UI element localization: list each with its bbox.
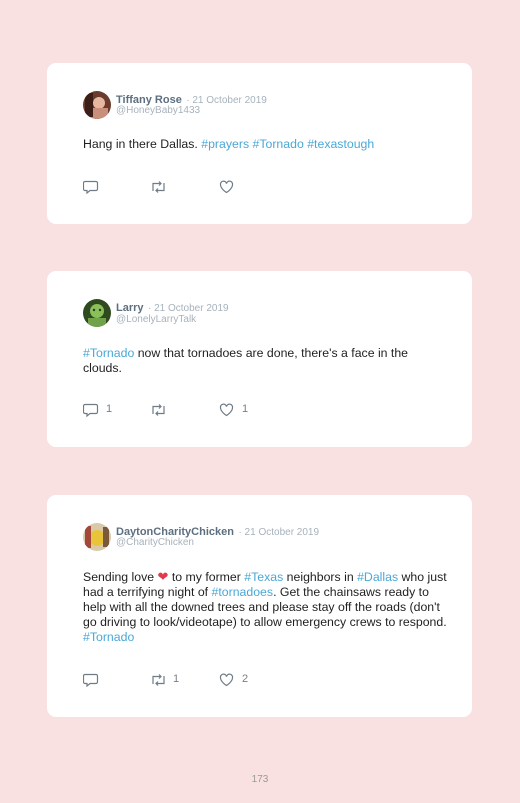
heart-icon bbox=[219, 180, 234, 194]
like-count: 1 bbox=[242, 403, 249, 415]
retweet-icon bbox=[152, 674, 165, 686]
author-handle[interactable]: @HoneyBaby1433 bbox=[116, 105, 200, 116]
hashtag-link[interactable]: #Tornado bbox=[83, 346, 134, 360]
tweet-card: Larry · 21 October 2019 @LonelyLarryTalk… bbox=[47, 271, 472, 447]
author-name[interactable]: Larry bbox=[116, 302, 144, 314]
tweet-actions: 1 1 bbox=[83, 402, 383, 418]
reply-icon bbox=[83, 403, 99, 417]
retweet-count: 1 bbox=[173, 673, 180, 685]
tweet-text: Sending love ❤ to my former #Texas neigh… bbox=[83, 569, 448, 645]
tweet-card: Tiffany Rose · 21 October 2019 @HoneyBab… bbox=[47, 63, 472, 224]
hashtag-link[interactable]: #Texas bbox=[244, 570, 283, 584]
hashtag-link[interactable]: #prayers bbox=[201, 137, 249, 151]
tweet-text: Hang in there Dallas. #prayers #Tornado … bbox=[83, 137, 443, 152]
hashtag-link[interactable]: #Tornado bbox=[83, 630, 134, 644]
reply-icon bbox=[83, 673, 99, 687]
reply-count: 1 bbox=[106, 403, 113, 415]
tweet-text-segment: Hang in there Dallas. bbox=[83, 137, 202, 151]
heart-icon bbox=[219, 403, 234, 417]
tweet-text: #Tornado now that tornadoes are done, th… bbox=[83, 346, 443, 376]
tweet-date: · 21 October 2019 bbox=[147, 303, 229, 314]
tweet-actions: 1 2 bbox=[83, 672, 383, 688]
avatar[interactable] bbox=[83, 523, 111, 551]
author-handle[interactable]: @LonelyLarryTalk bbox=[116, 314, 196, 325]
hashtag-link[interactable]: #Tornado bbox=[253, 137, 304, 151]
retweet-icon bbox=[152, 181, 165, 193]
retweet-icon bbox=[152, 404, 165, 416]
like-count: 2 bbox=[242, 673, 249, 685]
tweet-date: · 21 October 2019 bbox=[238, 527, 320, 538]
tweet-text-segment: to my former bbox=[168, 570, 245, 584]
hashtag-link[interactable]: #Dallas bbox=[357, 570, 398, 584]
heart-icon bbox=[219, 673, 234, 687]
heart-emoji: ❤ bbox=[157, 569, 169, 584]
tweet-header: Larry · 21 October 2019 bbox=[116, 300, 229, 315]
avatar[interactable] bbox=[83, 299, 111, 327]
tweet-text-segment: Sending love bbox=[83, 570, 158, 584]
reply-icon bbox=[83, 180, 99, 194]
tweet-text-segment: neighbors in bbox=[283, 570, 358, 584]
hashtag-link[interactable]: #tornadoes bbox=[212, 585, 274, 599]
author-handle[interactable]: @CharityChicken bbox=[116, 537, 194, 548]
page-number: 173 bbox=[251, 774, 269, 785]
tweet-actions bbox=[83, 179, 383, 195]
avatar[interactable] bbox=[83, 91, 111, 119]
tweet-card: DaytonCharityChicken · 21 October 2019 @… bbox=[47, 495, 472, 717]
hashtag-link[interactable]: #texastough bbox=[307, 137, 374, 151]
